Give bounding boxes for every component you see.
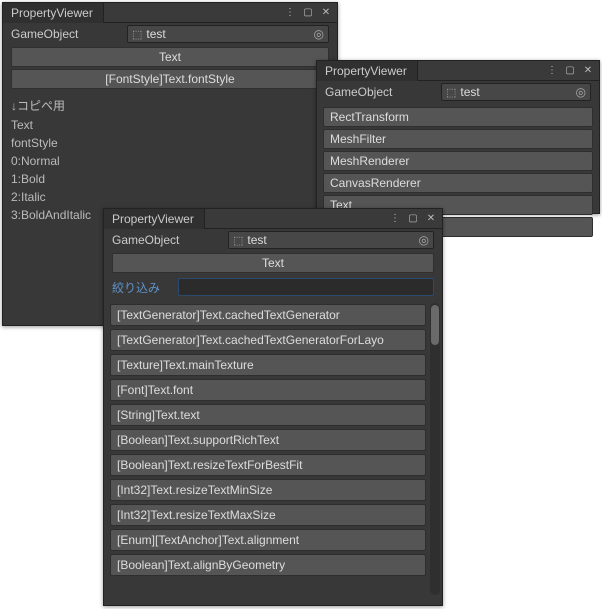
gameobject-value: test bbox=[247, 233, 266, 247]
list-item: 0:Normal bbox=[11, 152, 329, 170]
panel-tab[interactable]: PropertyViewer bbox=[3, 3, 104, 23]
component-item[interactable]: MeshRenderer bbox=[323, 151, 593, 171]
gameobject-field[interactable]: ⬚ test ◎ bbox=[228, 231, 434, 249]
titlebar-icons: ⋮ ▢ ✕ bbox=[388, 212, 442, 226]
list-item: 2:Italic bbox=[11, 188, 329, 206]
gameobject-label: GameObject bbox=[11, 27, 121, 41]
menu-icon[interactable]: ⋮ bbox=[283, 6, 297, 20]
list-item: Text bbox=[11, 116, 329, 134]
filter-row: 絞り込み bbox=[104, 275, 442, 299]
property-item[interactable]: [Texture]Text.mainTexture bbox=[110, 354, 426, 376]
gameobject-label: GameObject bbox=[325, 85, 435, 99]
property-item[interactable]: [Boolean]Text.supportRichText bbox=[110, 429, 426, 451]
gameobject-value: test bbox=[146, 27, 165, 41]
property-item[interactable]: [Boolean]Text.alignByGeometry bbox=[110, 554, 426, 576]
property-item[interactable]: [Enum][TextAnchor]Text.alignment bbox=[110, 529, 426, 551]
property-item[interactable]: [Int32]Text.resizeTextMaxSize bbox=[110, 504, 426, 526]
popout-icon[interactable]: ▢ bbox=[301, 6, 315, 20]
cube-icon: ⬚ bbox=[132, 28, 142, 41]
close-icon[interactable]: ✕ bbox=[424, 212, 438, 226]
gameobject-row: GameObject ⬚ test ◎ bbox=[317, 81, 599, 103]
selected-property-button[interactable]: [FontStyle]Text.fontStyle bbox=[11, 69, 329, 89]
property-item[interactable]: [Int32]Text.resizeTextMinSize bbox=[110, 479, 426, 501]
list-item: ↓コピペ用 bbox=[11, 95, 329, 116]
menu-icon[interactable]: ⋮ bbox=[545, 64, 559, 78]
panel-tab[interactable]: PropertyViewer bbox=[104, 209, 205, 229]
scrollbar[interactable] bbox=[430, 303, 440, 595]
titlebar: PropertyViewer ⋮ ▢ ✕ bbox=[104, 209, 442, 229]
gameobject-field[interactable]: ⬚ test ◎ bbox=[127, 25, 329, 43]
popout-icon[interactable]: ▢ bbox=[563, 64, 577, 78]
popout-icon[interactable]: ▢ bbox=[406, 212, 420, 226]
object-picker-icon[interactable]: ◎ bbox=[314, 27, 324, 41]
titlebar: PropertyViewer ⋮ ▢ ✕ bbox=[3, 3, 337, 23]
titlebar-icons: ⋮ ▢ ✕ bbox=[283, 6, 337, 20]
close-icon[interactable]: ✕ bbox=[581, 64, 595, 78]
panel-tab[interactable]: PropertyViewer bbox=[317, 61, 418, 81]
filter-label: 絞り込み bbox=[112, 279, 172, 296]
property-item[interactable]: [TextGenerator]Text.cachedTextGeneratorF… bbox=[110, 329, 426, 351]
component-button[interactable]: Text bbox=[11, 47, 329, 67]
scroll-thumb[interactable] bbox=[431, 305, 439, 345]
list-item: 1:Bold bbox=[11, 170, 329, 188]
gameobject-row: GameObject ⬚ test ◎ bbox=[104, 229, 442, 251]
object-picker-icon[interactable]: ◎ bbox=[576, 85, 586, 99]
property-viewer-panel-3: PropertyViewer ⋮ ▢ ✕ GameObject ⬚ test ◎… bbox=[103, 208, 443, 606]
close-icon[interactable]: ✕ bbox=[319, 6, 333, 20]
property-list: [TextGenerator]Text.cachedTextGenerator … bbox=[104, 299, 442, 599]
component-item[interactable]: MeshFilter bbox=[323, 129, 593, 149]
component-button[interactable]: Text bbox=[112, 253, 434, 273]
titlebar: PropertyViewer ⋮ ▢ ✕ bbox=[317, 61, 599, 81]
component-item[interactable]: CanvasRenderer bbox=[323, 173, 593, 193]
titlebar-icons: ⋮ ▢ ✕ bbox=[545, 64, 599, 78]
gameobject-value: test bbox=[460, 85, 479, 99]
property-viewer-panel-2: PropertyViewer ⋮ ▢ ✕ GameObject ⬚ test ◎… bbox=[316, 60, 600, 214]
gameobject-row: GameObject ⬚ test ◎ bbox=[3, 23, 337, 45]
menu-icon[interactable]: ⋮ bbox=[388, 212, 402, 226]
property-item[interactable]: [Font]Text.font bbox=[110, 379, 426, 401]
property-item[interactable]: [Boolean]Text.resizeTextForBestFit bbox=[110, 454, 426, 476]
gameobject-label: GameObject bbox=[112, 233, 222, 247]
property-item[interactable]: [String]Text.text bbox=[110, 404, 426, 426]
component-item[interactable]: RectTransform bbox=[323, 107, 593, 127]
cube-icon: ⬚ bbox=[446, 86, 456, 99]
gameobject-field[interactable]: ⬚ test ◎ bbox=[441, 83, 591, 101]
cube-icon: ⬚ bbox=[233, 234, 243, 247]
filter-input[interactable] bbox=[178, 278, 434, 296]
list-item: fontStyle bbox=[11, 134, 329, 152]
property-item[interactable]: [TextGenerator]Text.cachedTextGenerator bbox=[110, 304, 426, 326]
object-picker-icon[interactable]: ◎ bbox=[419, 233, 429, 247]
